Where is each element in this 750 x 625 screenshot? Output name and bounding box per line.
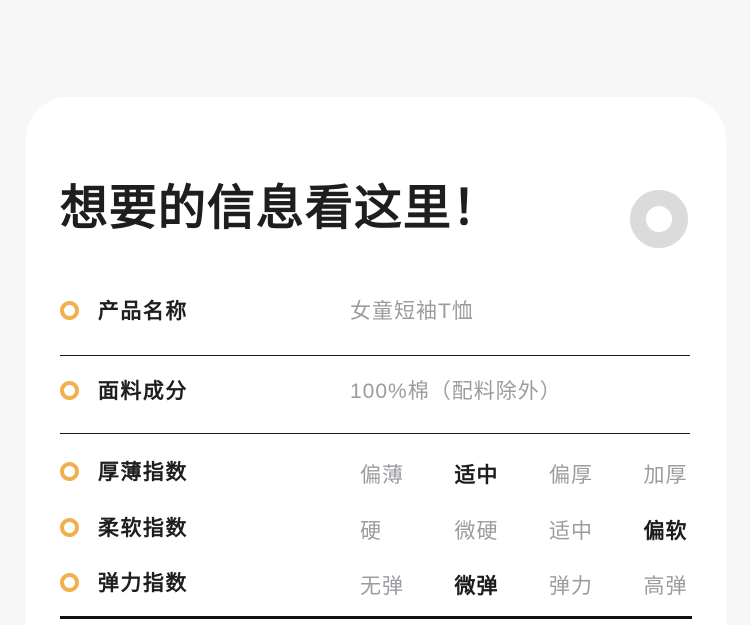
row-label: 厚薄指数 <box>98 456 188 486</box>
info-row-product-name: 产品名称 女童短袖T恤 <box>60 298 716 322</box>
option-scale: 偏薄 适中 偏厚 加厚 <box>360 459 738 483</box>
option-item: 硬 <box>360 515 455 545</box>
option-item: 微硬 <box>455 515 550 545</box>
option-scale: 硬 微硬 适中 偏软 <box>360 515 738 539</box>
option-item: 适中 <box>455 459 550 489</box>
bullet-ring-icon <box>60 518 79 537</box>
option-item: 偏厚 <box>549 459 644 489</box>
option-item: 弹力 <box>549 570 644 600</box>
row-value: 女童短袖T恤 <box>350 295 474 325</box>
option-scale: 无弹 微弹 弹力 高弹 <box>360 570 738 594</box>
row-label: 柔软指数 <box>98 512 188 542</box>
divider <box>60 355 690 356</box>
row-value: 100%棉（配料除外） <box>350 375 562 405</box>
row-label: 面料成分 <box>98 375 188 405</box>
bullet-ring-icon <box>60 381 79 400</box>
bullet-ring-icon <box>60 573 79 592</box>
bullet-ring-icon <box>60 301 79 320</box>
option-item: 偏薄 <box>360 459 455 489</box>
row-label: 产品名称 <box>98 295 188 325</box>
index-row-thickness: 厚薄指数 偏薄 适中 偏厚 加厚 <box>60 459 716 483</box>
index-row-elasticity: 弹力指数 无弹 微弹 弹力 高弹 <box>60 570 716 594</box>
option-item: 无弹 <box>360 570 455 600</box>
index-row-softness: 柔软指数 硬 微硬 适中 偏软 <box>60 515 716 539</box>
option-item: 加厚 <box>644 459 739 489</box>
option-item: 适中 <box>549 515 644 545</box>
info-row-fabric: 面料成分 100%棉（配料除外） <box>60 378 716 402</box>
option-item: 微弹 <box>455 570 550 600</box>
row-label: 弹力指数 <box>98 567 188 597</box>
section-bottom-rule <box>60 616 692 619</box>
section-title: 想要的信息看这里！ <box>60 185 501 233</box>
decorative-ring-icon <box>630 190 688 248</box>
option-item: 高弹 <box>644 570 739 600</box>
product-info-card: 想要的信息看这里！ 产品名称 女童短袖T恤 面料成分 100%棉（配料除外） 厚… <box>26 97 726 625</box>
divider <box>60 433 690 434</box>
bullet-ring-icon <box>60 462 79 481</box>
page: 想要的信息看这里！ 产品名称 女童短袖T恤 面料成分 100%棉（配料除外） 厚… <box>0 0 750 625</box>
option-item: 偏软 <box>644 515 739 545</box>
